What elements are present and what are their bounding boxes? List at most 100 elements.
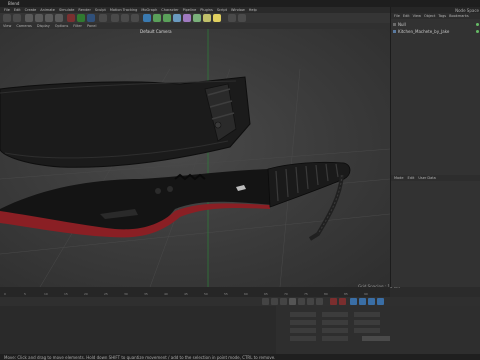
toolbar <box>0 13 390 23</box>
object-manager-menu: File Edit View Object Tags Bookmarks <box>391 13 480 19</box>
sheath-mesh[interactable] <box>0 76 251 168</box>
timeline-tick: 80 <box>324 292 328 296</box>
deformer-icon[interactable] <box>183 14 191 22</box>
timeline-tick: 70 <box>284 292 288 296</box>
timeline-tick: 10 <box>44 292 48 296</box>
om-menu-tags[interactable]: Tags <box>438 13 446 19</box>
floor-icon[interactable] <box>193 14 201 22</box>
timeline-tick: 90 <box>364 292 368 296</box>
om-menu-edit[interactable]: Edit <box>403 13 410 19</box>
timeline-tick: 5 <box>24 292 26 296</box>
timeline-tick: 75 <box>304 292 308 296</box>
material-manager[interactable] <box>0 306 276 354</box>
camera-icon[interactable] <box>203 14 211 22</box>
am-menu-user-data[interactable]: User Data <box>418 175 435 181</box>
snap-icon[interactable] <box>228 14 236 22</box>
viewport-scene <box>0 29 390 287</box>
attribute-manager-menu: Mode Edit User Data <box>391 175 480 181</box>
om-menu-file[interactable]: File <box>394 13 400 19</box>
timeline-tick: 15 <box>64 292 68 296</box>
light-icon[interactable] <box>213 14 221 22</box>
rotation-p-field[interactable] <box>354 320 380 325</box>
next-frame-icon[interactable] <box>298 298 305 305</box>
visibility-dot-icon[interactable] <box>476 29 479 33</box>
spline-icon[interactable] <box>153 14 161 22</box>
render-settings-icon[interactable] <box>131 14 139 22</box>
timeline-tick: 40 <box>164 292 168 296</box>
status-bar: Move: Click and drag to move elements. H… <box>0 354 480 360</box>
position-z-field[interactable] <box>290 328 316 333</box>
3d-viewport[interactable] <box>0 29 390 287</box>
om-menu-bookmarks[interactable]: Bookmarks <box>449 13 469 19</box>
am-menu-edit[interactable]: Edit <box>408 175 415 181</box>
timeline-tick: 0 <box>4 292 6 296</box>
generator-icon[interactable] <box>163 14 171 22</box>
workplane-icon[interactable] <box>238 14 246 22</box>
timeline-tick: 45 <box>184 292 188 296</box>
position-key-icon[interactable] <box>359 298 366 305</box>
move-icon[interactable] <box>35 14 43 22</box>
size-z-field[interactable] <box>322 328 348 333</box>
am-menu-mode[interactable]: Mode <box>394 175 404 181</box>
render-picture-viewer-icon[interactable] <box>121 14 129 22</box>
y-axis-icon[interactable] <box>77 14 85 22</box>
status-text: Move: Click and drag to move elements. H… <box>4 355 276 360</box>
array-icon[interactable] <box>173 14 181 22</box>
size-y-field[interactable] <box>322 320 348 325</box>
autokey-icon[interactable] <box>339 298 346 305</box>
scale-key-icon[interactable] <box>377 298 384 305</box>
camera-label: Default Camera <box>140 29 172 34</box>
object-name: Null <box>398 21 406 27</box>
select-icon[interactable] <box>25 14 33 22</box>
timeline-tick: 85 <box>344 292 348 296</box>
go-to-start-icon[interactable] <box>262 298 269 305</box>
timeline-tick: 50 <box>204 292 208 296</box>
x-axis-icon[interactable] <box>67 14 75 22</box>
timeline-tick: 65 <box>264 292 268 296</box>
right-panel: Node Space File Edit View Object Tags Bo… <box>390 7 480 287</box>
size-mode-select[interactable] <box>322 336 348 341</box>
object-row[interactable]: Kitchen_Machete_by_Jake <box>393 28 479 34</box>
next-key-icon[interactable] <box>307 298 314 305</box>
cube-icon[interactable] <box>143 14 151 22</box>
z-axis-icon[interactable] <box>87 14 95 22</box>
object-name: Kitchen_Machete_by_Jake <box>398 28 450 34</box>
visibility-dot-icon[interactable] <box>476 22 479 26</box>
timeline-tick: 60 <box>244 292 248 296</box>
timeline-tick: 55 <box>224 292 228 296</box>
timeline-tick: 25 <box>104 292 108 296</box>
transport-bar <box>0 297 480 306</box>
previous-key-icon[interactable] <box>271 298 278 305</box>
timeline-ruler[interactable]: 0 5 10 15 20 25 30 35 40 45 50 55 60 65 … <box>0 287 390 297</box>
rotation-h-field[interactable] <box>354 312 380 317</box>
timeline-tick: 35 <box>144 292 148 296</box>
scale-icon[interactable] <box>45 14 53 22</box>
object-row[interactable]: Null <box>393 21 479 27</box>
apply-button[interactable] <box>362 336 390 341</box>
redo-icon[interactable] <box>13 14 21 22</box>
go-to-end-icon[interactable] <box>316 298 323 305</box>
previous-frame-icon[interactable] <box>280 298 287 305</box>
timeline-tick: 30 <box>124 292 128 296</box>
coordinate-mode-select[interactable] <box>290 336 316 341</box>
play-icon[interactable] <box>289 298 296 305</box>
position-y-field[interactable] <box>290 320 316 325</box>
coordinate-system-icon[interactable] <box>99 14 107 22</box>
title-bar: Blend <box>0 0 480 7</box>
null-object-icon <box>393 22 396 26</box>
position-x-field[interactable] <box>290 312 316 317</box>
render-view-icon[interactable] <box>111 14 119 22</box>
timeline-tick: 20 <box>84 292 88 296</box>
machete-mesh[interactable] <box>0 161 351 241</box>
rotation-b-field[interactable] <box>354 328 380 333</box>
om-menu-view[interactable]: View <box>413 13 421 19</box>
keyframe-selection-icon[interactable] <box>350 298 357 305</box>
undo-icon[interactable] <box>3 14 11 22</box>
rotation-key-icon[interactable] <box>368 298 375 305</box>
size-x-field[interactable] <box>322 312 348 317</box>
polygon-object-icon <box>393 29 396 33</box>
om-menu-object[interactable]: Object <box>424 13 435 19</box>
window-title: Blend <box>8 1 20 6</box>
rotate-icon[interactable] <box>55 14 63 22</box>
record-icon[interactable] <box>330 298 337 305</box>
